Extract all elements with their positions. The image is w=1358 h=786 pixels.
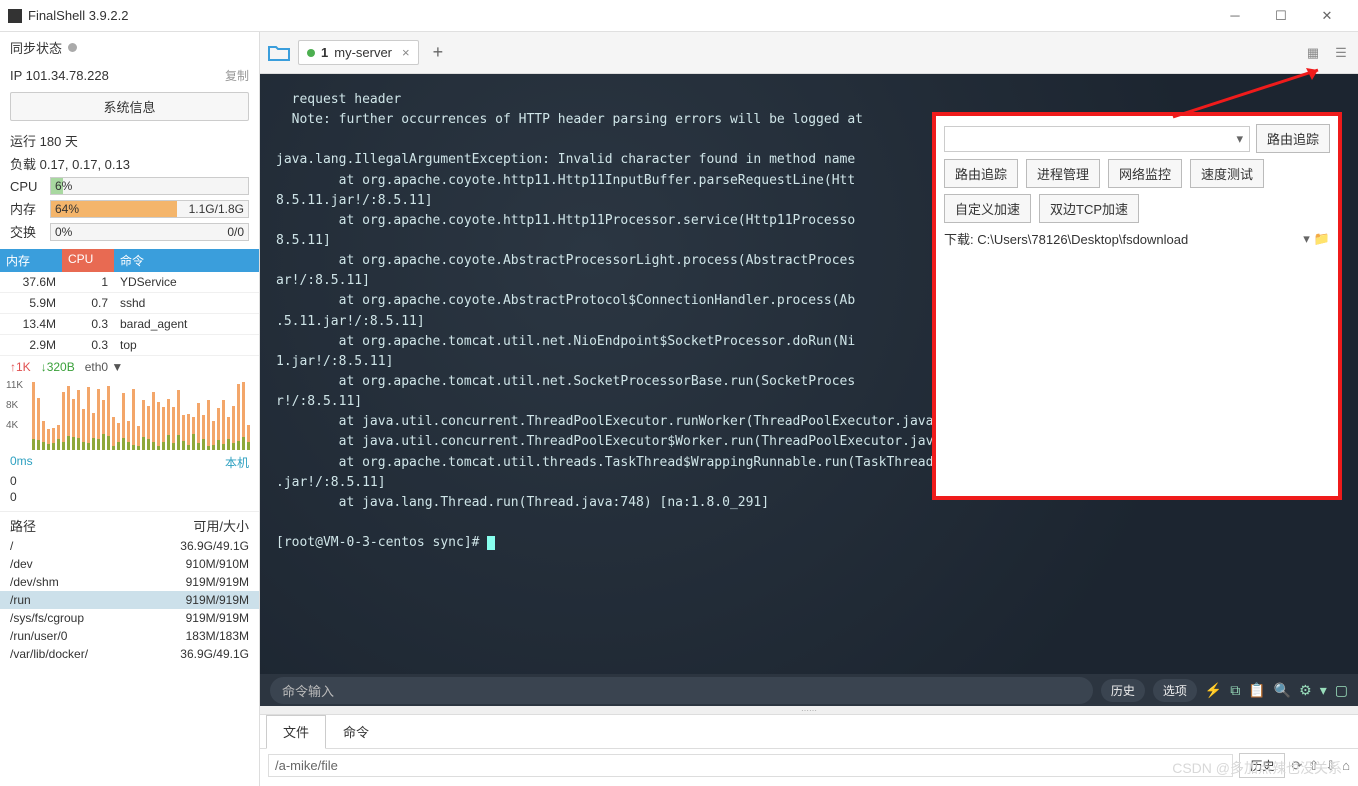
maximize-button[interactable]: ☐ xyxy=(1258,1,1304,31)
load-label: 负载 0.17, 0.17, 0.13 xyxy=(0,152,259,175)
net-up: ↑1K xyxy=(10,360,31,374)
refresh-icon[interactable]: ⟳ xyxy=(1291,758,1302,774)
sync-label: 同步状态 xyxy=(10,38,62,57)
disk-row[interactable]: /36.9G/49.1G xyxy=(0,537,259,555)
trace-target-dropdown[interactable]: ▾ xyxy=(944,126,1250,152)
latency-local[interactable]: 本机 xyxy=(225,454,249,471)
panel-button[interactable]: 网络监控 xyxy=(1108,159,1182,188)
fullscreen-icon[interactable]: ▢ xyxy=(1335,682,1348,699)
upload-icon[interactable]: ⇧ xyxy=(1308,758,1319,774)
cpu-meter: CPU 6% xyxy=(0,175,259,197)
disk-col-path[interactable]: 路径 xyxy=(10,516,36,535)
copy-icon[interactable]: ⧉ xyxy=(1230,682,1240,699)
status-dot-icon xyxy=(307,49,315,57)
disk-row[interactable]: /dev/shm919M/919M xyxy=(0,573,259,591)
search-icon[interactable]: 🔍 xyxy=(1274,682,1291,699)
grid-icon[interactable]: ▦ xyxy=(1302,45,1324,61)
tab-my-server[interactable]: 1 my-server × xyxy=(298,40,419,65)
chevron-down-icon[interactable]: ▾ xyxy=(1303,231,1310,247)
latency-ms: 0ms xyxy=(10,454,33,471)
panel-button[interactable]: 进程管理 xyxy=(1026,159,1100,188)
tab-add-button[interactable]: + xyxy=(425,42,452,63)
close-button[interactable]: ✕ xyxy=(1304,1,1350,31)
gear-icon[interactable]: ⚙ xyxy=(1299,682,1312,699)
bolt-icon[interactable]: ⚡ xyxy=(1205,682,1222,699)
tab-cmd[interactable]: 命令 xyxy=(326,715,386,748)
menu-icon[interactable]: ☰ xyxy=(1330,45,1352,61)
panel-button[interactable]: 自定义加速 xyxy=(944,194,1031,223)
col-mem[interactable]: 内存 xyxy=(0,249,62,272)
process-row[interactable]: 37.6M1YDService xyxy=(0,272,259,293)
file-history-button[interactable]: 历史 xyxy=(1239,753,1285,778)
panel-button[interactable]: 路由追踪 xyxy=(944,159,1018,188)
disk-row[interactable]: /var/lib/docker/36.9G/49.1G xyxy=(0,645,259,663)
download-icon[interactable]: ⇩ xyxy=(1325,758,1336,774)
net-down: ↓320B xyxy=(41,360,75,374)
process-table: 内存 CPU 命令 37.6M1YDService5.9M0.7sshd13.4… xyxy=(0,249,259,356)
history-button[interactable]: 历史 xyxy=(1101,679,1145,702)
process-row[interactable]: 13.4M0.3barad_agent xyxy=(0,314,259,335)
zero-row-2: 0 xyxy=(0,489,259,505)
panel-button[interactable]: 双边TCP加速 xyxy=(1039,194,1139,223)
route-trace-button[interactable]: 路由追踪 xyxy=(1256,124,1330,153)
app-icon xyxy=(8,9,22,23)
minimize-button[interactable]: ─ xyxy=(1212,1,1258,31)
options-button[interactable]: 选项 xyxy=(1153,679,1197,702)
net-head: ↑1K ↓320B eth0 ▼ xyxy=(0,356,259,378)
uptime-label: 运行 180 天 xyxy=(0,129,259,152)
chevron-down-icon[interactable]: ▾ xyxy=(1320,682,1327,699)
process-row[interactable]: 5.9M0.7sshd xyxy=(0,293,259,314)
disk-row[interactable]: /dev910M/910M xyxy=(0,555,259,573)
paste-icon[interactable]: 📋 xyxy=(1248,682,1265,699)
bottom-panel: 文件 命令 /a-mike/file 历史 ⟳ ⇧ ⇩ ⌂ xyxy=(260,714,1358,786)
tab-close-icon[interactable]: × xyxy=(402,45,410,60)
mem-meter: 内存 64%1.1G/1.8G xyxy=(0,197,259,220)
file-path-input[interactable]: /a-mike/file xyxy=(268,754,1233,777)
command-bar: 命令输入 历史 选项 ⚡ ⧉ 📋 🔍 ⚙ ▾ ▢ xyxy=(260,674,1358,706)
sync-dot-icon xyxy=(68,43,77,52)
home-icon[interactable]: ⌂ xyxy=(1342,758,1350,773)
download-path-label: 下载: C:\Users\78126\Desktop\fsdownload xyxy=(944,229,1188,248)
col-cpu[interactable]: CPU xyxy=(62,249,114,272)
disk-row[interactable]: /run919M/919M xyxy=(0,591,259,609)
net-iface-dropdown[interactable]: eth0 ▼ xyxy=(85,360,124,374)
disk-col-size[interactable]: 可用/大小 xyxy=(193,516,249,535)
system-info-button[interactable]: 系统信息 xyxy=(10,92,249,121)
folder-icon[interactable] xyxy=(266,42,292,64)
annotation-arrow xyxy=(1168,62,1328,125)
drag-handle[interactable]: ⋯⋯ xyxy=(260,706,1358,714)
zero-row-1: 0 xyxy=(0,473,259,489)
command-input[interactable]: 命令输入 xyxy=(270,677,1093,704)
copy-button[interactable]: 复制 xyxy=(225,67,249,84)
ip-label: IP 101.34.78.228 xyxy=(10,68,109,83)
disk-row[interactable]: /sys/fs/cgroup919M/919M xyxy=(0,609,259,627)
sync-status: 同步状态 xyxy=(0,32,259,63)
folder-icon[interactable]: 📁 xyxy=(1314,231,1330,247)
net-chart: 11K 8K 4K xyxy=(4,380,255,450)
disk-row[interactable]: /run/user/0183M/183M xyxy=(0,627,259,645)
tools-panel: ▾ 路由追踪 路由追踪进程管理网络监控速度测试 自定义加速双边TCP加速 下载:… xyxy=(932,112,1342,500)
col-cmd[interactable]: 命令 xyxy=(114,249,259,272)
panel-button[interactable]: 速度测试 xyxy=(1190,159,1264,188)
swap-meter: 交换 0%0/0 xyxy=(0,220,259,243)
titlebar: FinalShell 3.9.2.2 ─ ☐ ✕ xyxy=(0,0,1358,32)
sidebar: 同步状态 IP 101.34.78.228 复制 系统信息 运行 180 天 负… xyxy=(0,32,260,786)
tab-file[interactable]: 文件 xyxy=(266,715,326,749)
app-title: FinalShell 3.9.2.2 xyxy=(28,8,1212,23)
process-row[interactable]: 2.9M0.3top xyxy=(0,335,259,356)
